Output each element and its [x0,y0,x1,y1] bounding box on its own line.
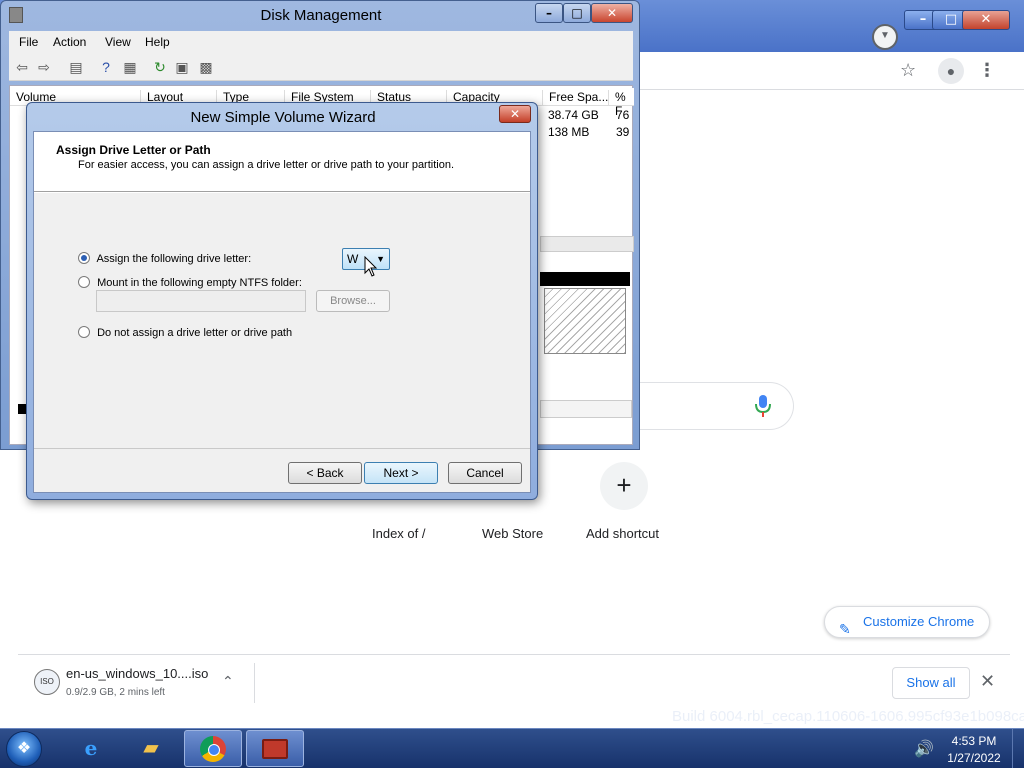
show-all-button[interactable]: Show all [892,667,970,699]
menu-action[interactable]: Action [53,35,86,49]
refresh-icon[interactable]: ↻ [151,58,169,76]
show-desktop-button[interactable] [1012,729,1024,768]
download-filename[interactable]: en-us_windows_10....iso [66,666,208,681]
clock-date[interactable]: 1/27/2022 [940,751,1008,765]
console-tree-icon[interactable]: ▤ [67,58,85,76]
unallocated-partition[interactable] [544,288,626,354]
build-watermark: Build 6004.rbl_cecap.110606-1606.995cf93… [672,708,1024,725]
start-button[interactable]: ❖ [6,731,42,767]
dm-maximize-button[interactable]: □ [563,3,591,23]
shortcut-add[interactable]: Add shortcut [586,526,659,541]
no-letter-label: Do not assign a drive letter or drive pa… [97,327,293,339]
bookmark-star-icon[interactable]: ☆ [900,60,916,81]
assign-letter-option[interactable]: Assign the following drive letter: [78,252,251,265]
header-divider [34,192,530,193]
col-percent-free[interactable]: % F [608,90,634,118]
profile-avatar-icon[interactable]: ● [938,58,964,84]
page-description: For easier access, you can assign a driv… [78,159,455,171]
no-letter-option[interactable]: Do not assign a drive letter or drive pa… [78,326,292,339]
row1-percent-free: 76 [616,108,630,122]
browse-button[interactable]: Browse... [316,290,390,312]
download-separator [254,663,255,703]
dm-close-button[interactable]: ✕ [591,3,633,23]
footer-divider [34,448,530,449]
microphone-icon[interactable] [754,394,772,418]
details-pane-icon[interactable]: ▦ [121,58,139,76]
taskbar-internet-explorer[interactable]: e [62,730,120,767]
new-simple-volume-wizard: New Simple Volume Wizard ✕ Assign Drive … [26,102,538,500]
cancel-button[interactable]: Cancel [448,462,522,484]
wizard-title: New Simple Volume Wizard [190,109,376,126]
disk-partition-bar [540,272,630,286]
customize-chrome-label: Customize Chrome [863,614,975,629]
pencil-icon: ✎ [839,621,851,637]
status-bar [540,400,632,418]
ntfs-folder-path-input[interactable] [96,290,306,312]
internet-explorer-icon: e [84,736,98,760]
wizard-close-button[interactable]: ✕ [499,105,531,123]
back-arrow-icon[interactable]: ⇦ [13,58,31,76]
mount-folder-radio[interactable] [78,276,90,288]
computer-management-icon [262,739,288,759]
menu-bar: File Action View Help [9,31,633,53]
close-icon[interactable]: ✕ [980,671,995,692]
back-button[interactable]: < Back [288,462,362,484]
wizard-header: Assign Drive Letter or Path For easier a… [34,132,530,192]
row2-free-space: 138 MB [548,125,590,139]
chrome-profile-icon[interactable]: ▼ [872,24,898,50]
chrome-icon [200,736,226,762]
rescan-icon[interactable]: ▩ [197,58,215,76]
no-letter-radio[interactable] [78,326,90,338]
assign-letter-label: Assign the following drive letter: [96,253,252,265]
iso-file-icon: ISO [34,669,60,695]
chrome-menu-icon[interactable]: ⋮ [978,60,996,81]
volume-icon[interactable]: 🔊 [914,739,934,759]
page-title: Assign Drive Letter or Path [56,143,211,157]
add-shortcut-plus-icon[interactable]: + [600,462,648,510]
clock-time[interactable]: 4:53 PM [944,734,1004,748]
horizontal-scrollbar[interactable] [540,236,634,252]
taskbar-chrome[interactable] [184,730,242,767]
download-shelf: ISO en-us_windows_10....iso 0.9/2.9 GB, … [18,654,1010,710]
menu-file[interactable]: File [19,35,38,49]
col-free-space[interactable]: Free Spa... [542,90,608,106]
mount-folder-option[interactable]: Mount in the following empty NTFS folder… [78,276,302,289]
help-icon[interactable]: ? [97,58,115,76]
wizard-body: Assign Drive Letter or Path For easier a… [33,131,531,493]
customize-chrome-button[interactable]: ✎ Customize Chrome [824,606,990,638]
row1-free-space: 38.74 GB [548,108,599,122]
forward-arrow-icon[interactable]: ⇨ [35,58,53,76]
shortcut-web-store[interactable]: Web Store [482,526,543,541]
download-status: 0.9/2.9 GB, 2 mins left [66,687,165,698]
taskbar: ❖ e ▰ 🔊 4:53 PM 1/27/2022 [0,728,1024,768]
next-button[interactable]: Next > [364,462,438,484]
taskbar-file-explorer[interactable]: ▰ [122,730,180,767]
shortcut-index-of[interactable]: Index of / [372,526,425,541]
dm-minimize-button[interactable]: – [535,3,563,23]
drive-letter-value: W [347,252,359,266]
chevron-up-icon[interactable]: ⌃ [222,673,234,690]
chrome-close-button[interactable]: ✕ [962,10,1010,30]
folder-icon: ▰ [143,737,159,759]
menu-view[interactable]: View [105,35,131,49]
mouse-cursor-icon [364,256,378,277]
taskbar-disk-management[interactable] [246,730,304,767]
row2-percent-free: 39 [616,125,630,139]
menu-help[interactable]: Help [145,35,170,49]
properties-icon[interactable]: ▣ [173,58,191,76]
toolbar: ⇦ ⇨ ▤ ? ▦ ↻ ▣ ▩ [9,53,633,81]
mount-folder-label: Mount in the following empty NTFS folder… [97,277,302,289]
assign-letter-radio[interactable] [78,252,90,264]
